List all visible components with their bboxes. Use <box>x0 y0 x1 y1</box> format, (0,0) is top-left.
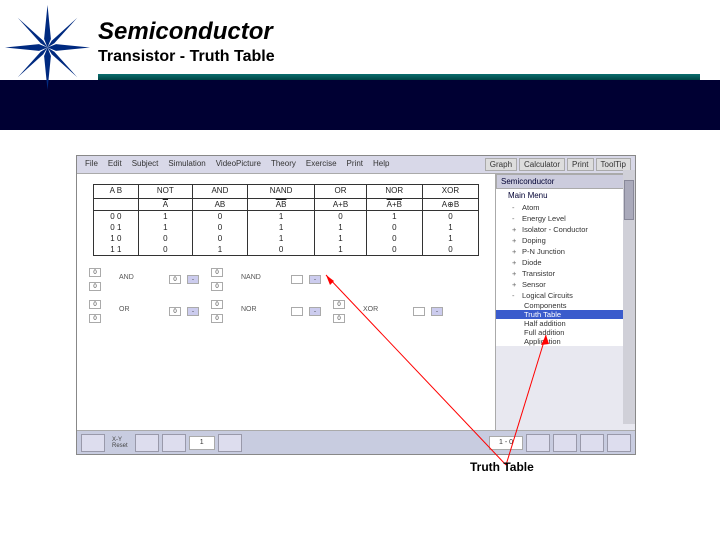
sidebar-item-sensor[interactable]: +Sensor <box>496 279 635 290</box>
annotation-caption: Truth Table <box>470 460 534 474</box>
sidebar-scrollbar[interactable] <box>623 170 635 424</box>
th-nand: NAND <box>247 185 315 199</box>
expr-or: A+B <box>315 199 366 211</box>
slide-title: Semiconductor <box>98 18 275 46</box>
table-row: 1 1010100 <box>94 244 479 256</box>
status-btn-play[interactable] <box>218 434 242 452</box>
menubar: File Edit Subject Simulation VideoPictur… <box>77 156 635 174</box>
app-window: File Edit Subject Simulation VideoPictur… <box>76 155 636 455</box>
menu-edit[interactable]: Edit <box>104 158 126 171</box>
menu-subject[interactable]: Subject <box>128 158 163 171</box>
status-bar: X-YReset 1 1 - 0 <box>77 430 635 454</box>
gate-nand[interactable]: 00NAND- <box>211 266 321 294</box>
status-xy: X-YReset <box>108 437 132 449</box>
menu-videopicture[interactable]: VideoPicture <box>212 158 265 171</box>
sidebar-item-logical[interactable]: -Logical Circuits <box>496 290 635 301</box>
sidebar-sub-truthtable[interactable]: Truth Table <box>496 310 635 319</box>
slide: Semiconductor Transistor - Truth Table F… <box>0 0 720 540</box>
expr-nand: AB <box>247 199 315 211</box>
gate-or[interactable]: 00OR0- <box>89 298 199 326</box>
menu-theory[interactable]: Theory <box>267 158 300 171</box>
sidebar: Semiconductor Main Menu -Atom -Energy Le… <box>495 174 635 434</box>
expr-xor: A⊕B <box>423 199 479 211</box>
th-xor: XOR <box>423 185 479 199</box>
status-nav-last[interactable] <box>607 434 631 452</box>
sidebar-item-transistor[interactable]: +Transistor <box>496 268 635 279</box>
main-panel: A B NOT AND NAND OR NOR XOR A AB AB A+B <box>77 174 495 434</box>
th-not: NOT <box>138 185 193 199</box>
sidebar-mainmenu[interactable]: Main Menu <box>496 189 635 202</box>
sidebar-sub-components[interactable]: Components <box>496 301 635 310</box>
gate-diagrams: 00AND0- 00NAND- 00OR0- 00NOR- 00XOR- <box>83 266 489 326</box>
menu-file[interactable]: File <box>81 158 102 171</box>
divider-bar <box>98 74 700 80</box>
sidebar-item-isolator[interactable]: +Isolator - Conductor <box>496 224 635 235</box>
menu-help[interactable]: Help <box>369 158 393 171</box>
gate-and[interactable]: 00AND0- <box>89 266 199 294</box>
status-input-2[interactable]: 1 - 0 <box>489 436 523 450</box>
menu-exercise[interactable]: Exercise <box>302 158 341 171</box>
sidebar-item-diode[interactable]: +Diode <box>496 257 635 268</box>
sidebar-item-pnjunction[interactable]: +P-N Junction <box>496 246 635 257</box>
th-nor: NOR <box>366 185 423 199</box>
table-row: 0 0101010 <box>94 211 479 223</box>
expr-nor: A+B <box>366 199 423 211</box>
status-nav-next[interactable] <box>580 434 604 452</box>
th-or: OR <box>315 185 366 199</box>
gate-xor[interactable]: 00XOR- <box>333 298 443 326</box>
tool-calculator[interactable]: Calculator <box>519 158 565 171</box>
tool-print[interactable]: Print <box>567 158 593 171</box>
sidebar-item-energy[interactable]: -Energy Level <box>496 213 635 224</box>
scroll-thumb[interactable] <box>624 180 634 220</box>
sidebar-sub-fulladd[interactable]: Full addition <box>496 328 635 337</box>
table-header-row: A B NOT AND NAND OR NOR XOR <box>94 185 479 199</box>
app-body: A B NOT AND NAND OR NOR XOR A AB AB A+B <box>77 174 635 434</box>
table-row: 0 1101101 <box>94 222 479 233</box>
sidebar-item-atom[interactable]: -Atom <box>496 202 635 213</box>
truth-table: A B NOT AND NAND OR NOR XOR A AB AB A+B <box>93 184 479 256</box>
sidebar-header: Semiconductor <box>496 174 635 189</box>
th-ab: A B <box>94 185 138 199</box>
tool-graph[interactable]: Graph <box>485 158 517 171</box>
gate-nor[interactable]: 00NOR- <box>211 298 321 326</box>
table-row: 1 0001101 <box>94 233 479 244</box>
slide-subtitle: Transistor - Truth Table <box>98 48 275 66</box>
menu-print[interactable]: Print <box>343 158 367 171</box>
status-btn-next[interactable] <box>162 434 186 452</box>
expr-and: AB <box>193 199 248 211</box>
menu-simulation[interactable]: Simulation <box>164 158 209 171</box>
slide-header: Semiconductor Transistor - Truth Table <box>98 18 275 66</box>
sidebar-sub-halfadd[interactable]: Half addition <box>496 319 635 328</box>
sidebar-sub-application[interactable]: Application <box>496 337 635 346</box>
th-and: AND <box>193 185 248 199</box>
status-btn-arrow[interactable] <box>81 434 105 452</box>
sidebar-item-doping[interactable]: +Doping <box>496 235 635 246</box>
expr-not: A <box>138 199 193 211</box>
status-btn-prev[interactable] <box>135 434 159 452</box>
status-nav-first[interactable] <box>526 434 550 452</box>
status-input-1[interactable]: 1 <box>189 436 215 450</box>
status-nav-prev[interactable] <box>553 434 577 452</box>
starburst-icon <box>5 5 90 90</box>
table-expr-row: A AB AB A+B A+B A⊕B <box>94 199 479 211</box>
